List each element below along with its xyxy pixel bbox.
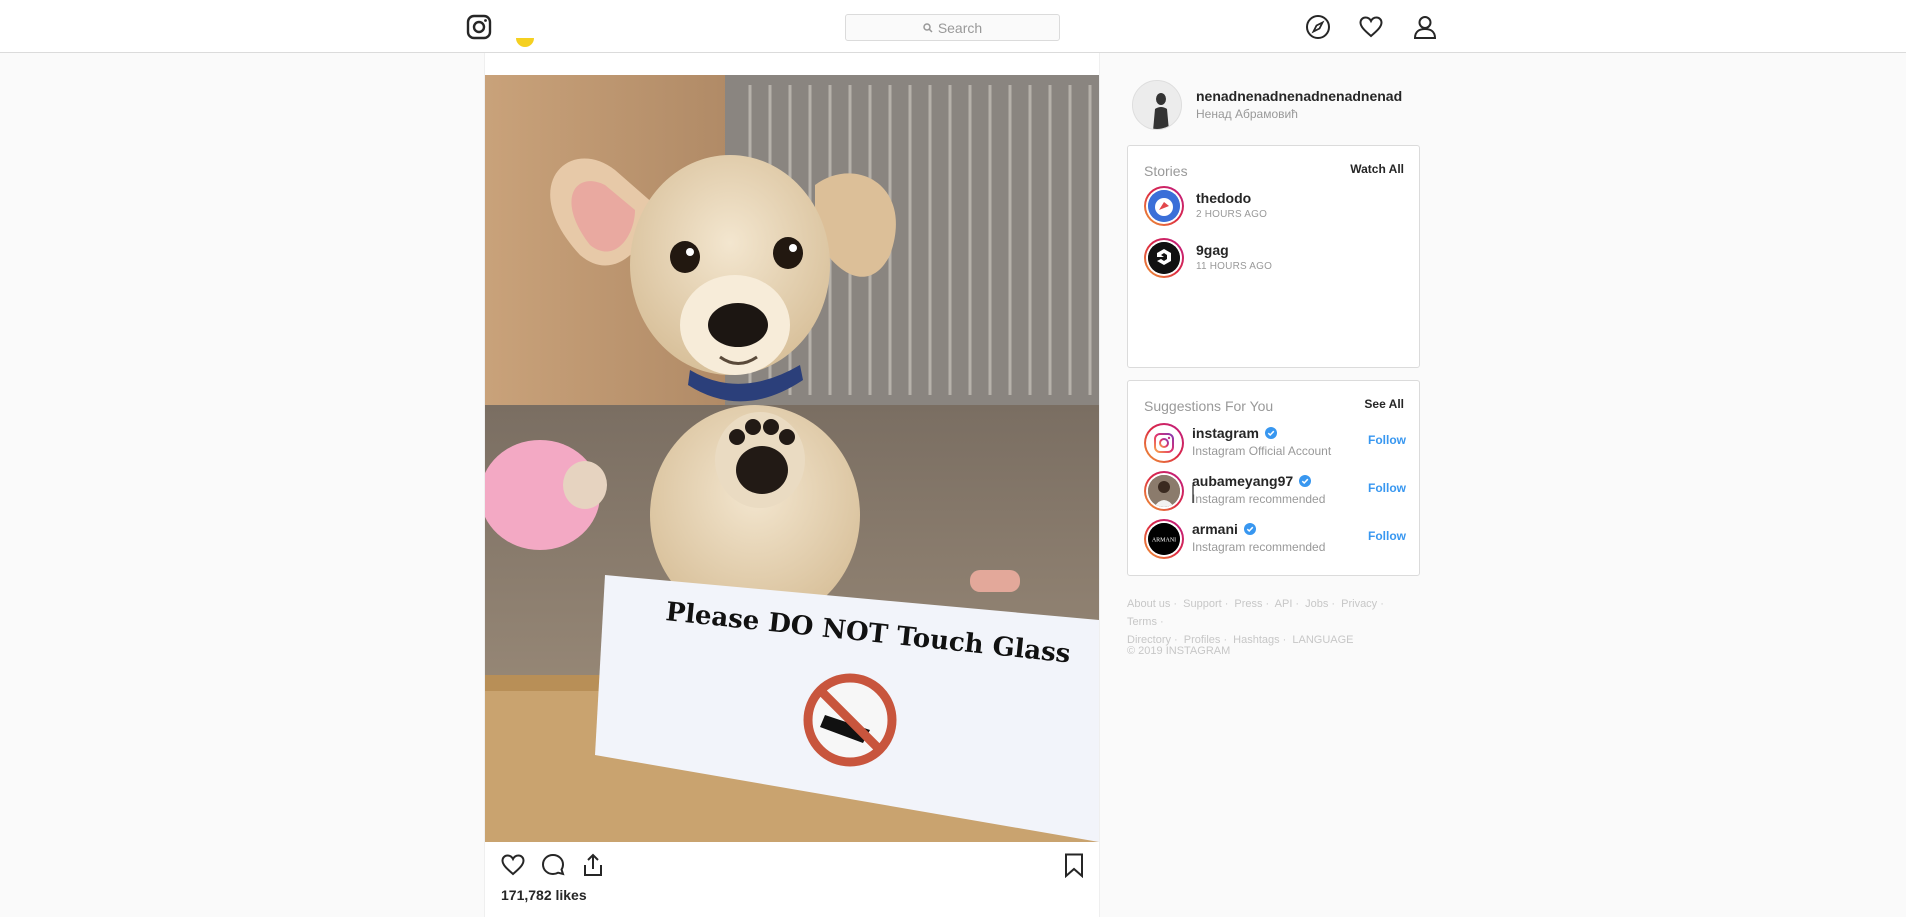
story-ring bbox=[1144, 238, 1184, 278]
suggestion-username[interactable]: instagram bbox=[1192, 425, 1277, 441]
instagram-avatar bbox=[1148, 427, 1180, 459]
suggestion-username[interactable]: armani bbox=[1192, 521, 1256, 537]
suggestion-subtitle: Instagram recommended bbox=[1192, 492, 1326, 506]
heart-icon[interactable] bbox=[1358, 14, 1384, 40]
comment-icon[interactable] bbox=[540, 852, 566, 878]
suggestion-subtitle: Instagram Official Account bbox=[1192, 444, 1332, 458]
footer-link[interactable]: Hashtags bbox=[1233, 634, 1279, 646]
copyright-text: © 2019 INSTAGRAM bbox=[1127, 645, 1231, 657]
search-icon bbox=[923, 20, 933, 36]
instagram-logo-icon[interactable] bbox=[466, 14, 492, 40]
footer-link[interactable]: Terms bbox=[1127, 616, 1157, 628]
watch-all-button[interactable]: Watch All bbox=[1350, 162, 1404, 176]
verified-badge-icon bbox=[1264, 427, 1277, 439]
share-icon[interactable] bbox=[580, 852, 606, 878]
story-item[interactable]: thedodo 2 hours ago bbox=[1144, 186, 1404, 230]
thedodo-avatar bbox=[1148, 190, 1180, 222]
profile-username[interactable]: nenadnenadnenadnenadnenad bbox=[1196, 88, 1402, 104]
search-input[interactable]: Search bbox=[845, 14, 1060, 41]
story-timestamp: 11 hours ago bbox=[1196, 261, 1273, 272]
bookmark-icon[interactable] bbox=[1061, 852, 1087, 879]
footer-link[interactable]: About us bbox=[1127, 598, 1170, 610]
user-icon[interactable] bbox=[1412, 14, 1438, 40]
suggestion-item: aubameyang97 Instagram recommended Follo… bbox=[1144, 471, 1406, 513]
post-image[interactable]: Please DO NOT Touch Glass bbox=[485, 75, 1099, 842]
verified-badge-icon bbox=[1243, 523, 1256, 535]
see-all-button[interactable]: See All bbox=[1364, 397, 1404, 411]
story-username: 9gag bbox=[1196, 242, 1229, 258]
9gag-avatar bbox=[1148, 242, 1180, 274]
footer-link[interactable]: Support bbox=[1183, 598, 1222, 610]
footer-link[interactable]: Privacy bbox=[1341, 598, 1377, 610]
footer-link[interactable]: LANGUAGE bbox=[1292, 634, 1353, 646]
armani-avatar: ARMANI bbox=[1148, 523, 1180, 555]
avatar-ring[interactable]: ARMANI bbox=[1144, 519, 1184, 559]
suggestion-item: ARMANI armani Instagram recommended Foll… bbox=[1144, 519, 1406, 561]
suggestion-username[interactable]: aubameyang97 bbox=[1192, 473, 1312, 489]
story-ring bbox=[1144, 186, 1184, 226]
stories-title: Stories bbox=[1144, 163, 1188, 179]
footer-link[interactable]: Jobs bbox=[1305, 598, 1328, 610]
verified-badge-icon bbox=[1299, 475, 1312, 487]
story-timestamp: 2 hours ago bbox=[1196, 209, 1268, 220]
like-heart-icon[interactable] bbox=[500, 852, 526, 878]
follow-button[interactable]: Follow bbox=[1368, 481, 1406, 495]
like-count[interactable]: 171,782 likes bbox=[501, 887, 587, 903]
current-user-profile: nenadnenadnenadnenadnenad Ненад Абрамови… bbox=[1132, 80, 1422, 130]
follow-button[interactable]: Follow bbox=[1368, 433, 1406, 447]
text-cursor-icon bbox=[1192, 485, 1194, 503]
story-item[interactable]: 9gag 11 hours ago bbox=[1144, 238, 1404, 282]
profile-full-name: Ненад Абрамовић bbox=[1196, 107, 1298, 121]
top-navigation-bar: Search bbox=[0, 0, 1906, 53]
avatar-ring[interactable] bbox=[1144, 423, 1184, 463]
search-placeholder: Search bbox=[937, 19, 983, 36]
suggestions-panel: Suggestions For You See All instagram In… bbox=[1127, 380, 1420, 576]
avatar[interactable] bbox=[1132, 80, 1182, 130]
post-action-bar bbox=[500, 852, 1090, 882]
compass-icon[interactable] bbox=[1305, 14, 1331, 40]
story-username: thedodo bbox=[1196, 190, 1252, 206]
footer-links: About us · Support · Press · API · Jobs · Pri… bbox=[1127, 598, 1384, 646]
puppy-photo: Please DO NOT Touch Glass bbox=[485, 75, 1099, 842]
stories-panel: Stories Watch All thedodo 2 hours ago bbox=[1127, 145, 1420, 368]
follow-button[interactable]: Follow bbox=[1368, 529, 1406, 543]
suggestion-subtitle: Instagram recommended bbox=[1192, 540, 1326, 554]
footer-link[interactable]: API bbox=[1275, 598, 1293, 610]
aubameyang97-avatar bbox=[1148, 475, 1180, 507]
footer-link[interactable]: Press bbox=[1234, 598, 1262, 610]
suggestion-item: instagram Instagram Official Account Fol… bbox=[1144, 423, 1406, 465]
armani-logo-text: ARMANI bbox=[1152, 538, 1176, 544]
avatar-ring[interactable] bbox=[1144, 471, 1184, 511]
suggestions-title: Suggestions For You bbox=[1144, 398, 1274, 414]
